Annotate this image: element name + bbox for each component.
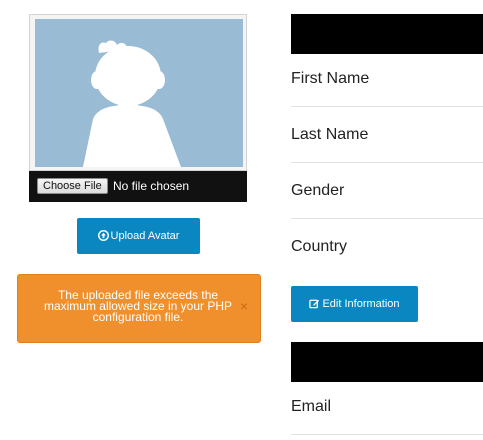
- field-last-name: Last Name: [291, 126, 369, 143]
- profile-header-bar: [291, 14, 483, 54]
- upload-avatar-label: Upload Avatar: [110, 230, 180, 242]
- upload-avatar-button[interactable]: Upload Avatar: [77, 218, 200, 254]
- alert-close-icon[interactable]: ×: [240, 299, 248, 313]
- divider: [291, 218, 483, 219]
- alert-message: The uploaded file exceeds the maximum al…: [43, 288, 233, 324]
- edit-icon: [309, 288, 320, 324]
- profile-page: Choose File No file chosen Upload Avatar…: [0, 0, 483, 440]
- file-status-text: No file chosen: [113, 179, 190, 193]
- avatar-placeholder-image: [35, 19, 243, 167]
- contact-header-bar: [291, 342, 483, 382]
- upload-circle-icon: [97, 220, 109, 256]
- error-alert: The uploaded file exceeds the maximum al…: [17, 274, 261, 343]
- file-input[interactable]: Choose File No file chosen: [29, 171, 247, 202]
- choose-file-button[interactable]: Choose File: [37, 178, 108, 194]
- divider: [291, 434, 483, 435]
- field-email: Email: [291, 398, 332, 415]
- edit-information-label: Edit Information: [322, 298, 400, 310]
- field-first-name: First Name: [291, 70, 370, 87]
- field-country: Country: [291, 238, 348, 255]
- divider: [291, 162, 483, 163]
- divider: [291, 106, 483, 107]
- field-gender: Gender: [291, 182, 345, 199]
- edit-information-button[interactable]: Edit Information: [291, 286, 418, 322]
